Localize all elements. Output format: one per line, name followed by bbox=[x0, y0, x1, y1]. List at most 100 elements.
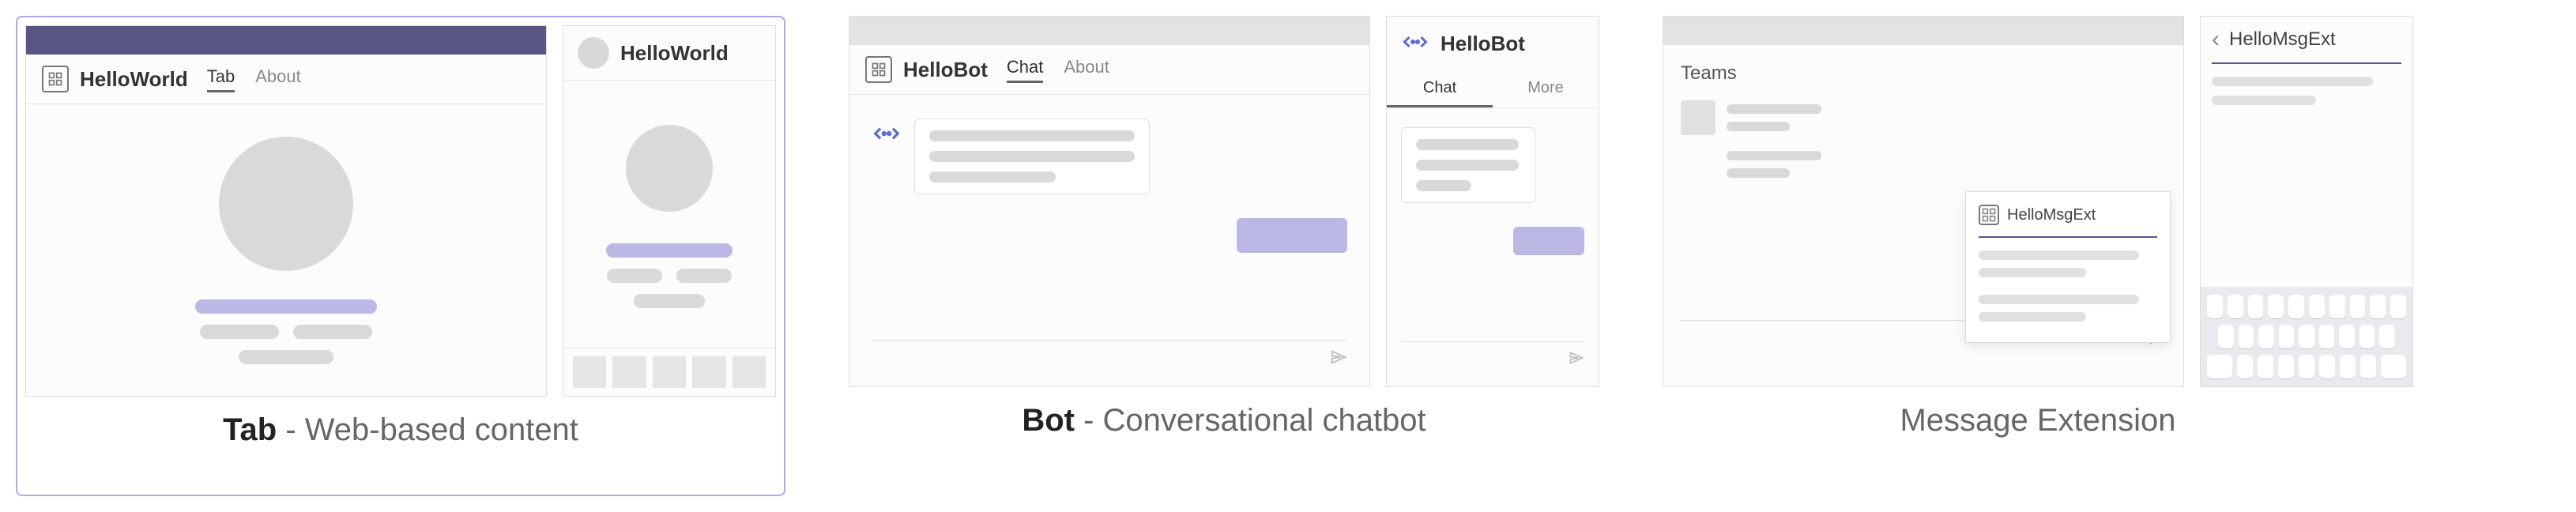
teams-panel: Teams bbox=[1663, 45, 2183, 386]
bot-desktop-window: HelloBot Chat About bbox=[849, 16, 1370, 387]
bot-header: HelloBot Chat About bbox=[849, 45, 1369, 95]
msgext-mobile-window: ‹ HelloMsgExt bbox=[2200, 16, 2413, 387]
send-icon[interactable] bbox=[1330, 348, 1347, 371]
key[interactable] bbox=[2237, 355, 2253, 378]
tab-chat[interactable]: Chat bbox=[1007, 57, 1043, 83]
nav-item[interactable] bbox=[653, 356, 686, 388]
key[interactable] bbox=[2370, 295, 2386, 318]
group-tab: HelloWorld Tab About bbox=[16, 16, 785, 496]
key[interactable] bbox=[2319, 325, 2335, 348]
key[interactable] bbox=[2340, 355, 2356, 378]
placeholder-line bbox=[1727, 168, 1790, 178]
compose-area: HelloMsgExt bbox=[1681, 320, 2166, 367]
placeholder-line bbox=[1727, 122, 1790, 131]
kbd-row bbox=[2207, 295, 2406, 318]
bot-avatar-icon bbox=[872, 119, 902, 149]
caption-bold: Bot bbox=[1022, 403, 1075, 438]
nav-item[interactable] bbox=[692, 356, 725, 388]
popup-header: HelloMsgExt bbox=[1979, 205, 2157, 225]
placeholder-avatar-icon bbox=[626, 125, 713, 212]
key[interactable] bbox=[2278, 355, 2294, 378]
caption-msgext: Message Extension bbox=[1900, 403, 2175, 439]
key[interactable] bbox=[2299, 355, 2314, 378]
placeholder-bar bbox=[293, 325, 372, 339]
tab-about[interactable]: About bbox=[255, 66, 301, 92]
nav-item[interactable] bbox=[573, 356, 606, 388]
placeholder-line bbox=[1416, 160, 1519, 171]
key[interactable] bbox=[2379, 325, 2395, 348]
mtab-more[interactable]: More bbox=[1493, 71, 1599, 107]
key[interactable] bbox=[2258, 355, 2273, 378]
send-icon[interactable] bbox=[1569, 350, 1584, 371]
outgoing-bubble bbox=[1237, 218, 1347, 253]
key[interactable] bbox=[2288, 295, 2304, 318]
group-msgext: Teams bbox=[1663, 16, 2413, 496]
list-item[interactable] bbox=[1681, 100, 2166, 135]
mobile-app-name: HelloWorld bbox=[620, 41, 729, 66]
key[interactable] bbox=[2258, 325, 2274, 348]
mobile-keyboard[interactable] bbox=[2201, 287, 2412, 386]
placeholder-lines bbox=[606, 243, 733, 308]
compose-bar[interactable] bbox=[1401, 341, 1584, 386]
caption-bold: Tab bbox=[223, 412, 277, 447]
key[interactable] bbox=[2228, 295, 2243, 318]
key[interactable] bbox=[2339, 325, 2355, 348]
tab-mobile-window: HelloWorld bbox=[563, 25, 776, 397]
key[interactable] bbox=[2359, 325, 2375, 348]
incoming-message bbox=[872, 119, 1347, 194]
placeholder-line bbox=[1979, 268, 2086, 277]
key[interactable] bbox=[2350, 295, 2366, 318]
caption-rest: - Conversational chatbot bbox=[1075, 403, 1426, 438]
list-text bbox=[1727, 151, 1821, 178]
nav-item[interactable] bbox=[733, 356, 766, 388]
key[interactable] bbox=[2309, 295, 2325, 318]
key[interactable] bbox=[2319, 355, 2335, 378]
compose-bar[interactable] bbox=[872, 340, 1347, 386]
placeholder-line bbox=[1979, 250, 2139, 260]
list-item[interactable] bbox=[1681, 151, 2166, 178]
list-thumb-icon bbox=[1681, 100, 1715, 135]
key[interactable] bbox=[2218, 325, 2234, 348]
placeholder-line bbox=[1979, 312, 2086, 322]
mobile-results bbox=[2201, 77, 2412, 287]
group-bot: HelloBot Chat About bbox=[849, 16, 1599, 496]
key[interactable] bbox=[2329, 295, 2345, 318]
tab-active[interactable]: Tab bbox=[207, 66, 235, 92]
placeholder-line bbox=[1727, 104, 1821, 114]
back-icon[interactable]: ‹ bbox=[2212, 26, 2220, 53]
app-name: HelloWorld bbox=[80, 67, 188, 92]
key[interactable] bbox=[2390, 295, 2406, 318]
mobile-header: HelloWorld bbox=[563, 26, 775, 80]
placeholder-bar bbox=[200, 325, 279, 339]
placeholder-bar bbox=[239, 350, 333, 364]
panel-title: Teams bbox=[1681, 62, 2166, 85]
key[interactable] bbox=[2279, 325, 2295, 348]
placeholder-line bbox=[929, 130, 1135, 141]
avatar-icon bbox=[578, 37, 609, 69]
placeholder-line bbox=[929, 151, 1135, 162]
placeholder-bar-accent bbox=[606, 243, 733, 258]
placeholder-line bbox=[2212, 77, 2373, 86]
key[interactable] bbox=[2299, 325, 2314, 348]
app-name: HelloBot bbox=[903, 58, 988, 82]
mobile-chat-area bbox=[1387, 108, 1599, 341]
tab-about[interactable]: About bbox=[1064, 57, 1109, 83]
key[interactable] bbox=[2207, 295, 2223, 318]
placeholder-lines bbox=[195, 299, 377, 364]
titlebar bbox=[1663, 17, 2183, 45]
key[interactable] bbox=[2239, 325, 2254, 348]
chat-area bbox=[849, 95, 1369, 340]
key-shift[interactable] bbox=[2207, 355, 2232, 378]
tab-bar: Tab About bbox=[207, 66, 301, 92]
key[interactable] bbox=[2360, 355, 2376, 378]
mtab-chat[interactable]: Chat bbox=[1387, 71, 1493, 107]
tab-header: HelloWorld Tab About bbox=[26, 55, 546, 104]
nav-item[interactable] bbox=[612, 356, 646, 388]
key-backspace[interactable] bbox=[2381, 355, 2406, 378]
key[interactable] bbox=[2268, 295, 2284, 318]
key[interactable] bbox=[2248, 295, 2264, 318]
msgext-popup: HelloMsgExt bbox=[1965, 191, 2171, 343]
placeholder-bar bbox=[634, 294, 705, 308]
incoming-bubble bbox=[914, 119, 1150, 194]
titlebar bbox=[849, 17, 1369, 45]
